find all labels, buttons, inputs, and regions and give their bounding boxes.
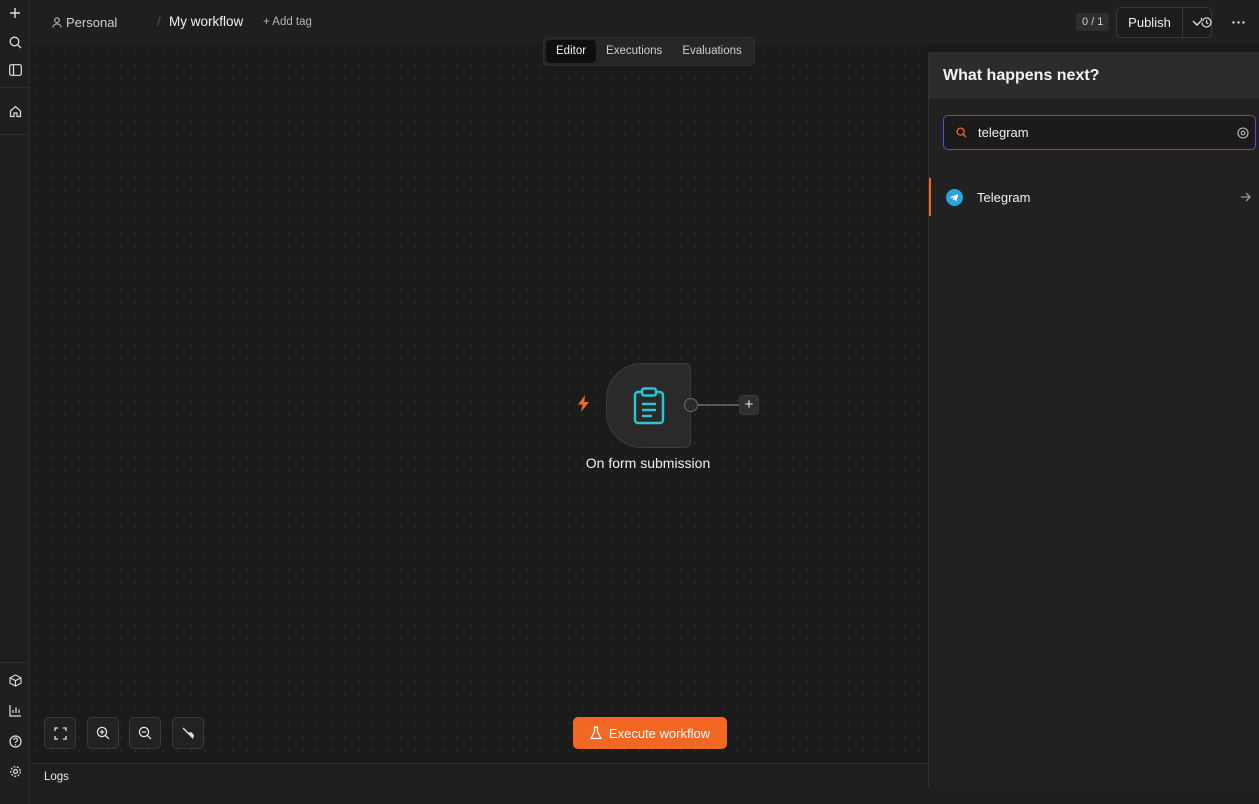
tab-executions[interactable]: Executions	[596, 40, 672, 63]
trigger-bolt-icon	[578, 395, 589, 412]
more-options-button[interactable]	[1228, 12, 1248, 32]
execute-workflow-label: Execute workflow	[608, 725, 711, 741]
node-creator-panel: What happens next? telegram Telegram	[928, 52, 1259, 787]
rail-divider	[0, 87, 30, 88]
telegram-icon	[946, 188, 963, 206]
breadcrumb-separator: /	[157, 13, 161, 29]
node-search-input[interactable]: telegram	[943, 115, 1256, 150]
rail-divider	[0, 662, 30, 663]
node-output-handle[interactable]	[684, 398, 698, 412]
help-icon[interactable]	[4, 730, 26, 752]
search-icon[interactable]	[4, 31, 26, 53]
arrow-right-icon	[1230, 192, 1259, 202]
insights-icon[interactable]	[4, 699, 26, 721]
zoom-out-icon	[138, 726, 152, 740]
node-connector-line	[698, 404, 740, 406]
panel-icon[interactable]	[4, 59, 26, 81]
history-icon	[1200, 16, 1212, 28]
execute-workflow-button[interactable]: Execute workflow	[573, 717, 727, 749]
history-button[interactable]	[1196, 12, 1216, 32]
more-horizontal-icon	[1231, 20, 1245, 24]
search-value: telegram	[978, 125, 1029, 140]
active-counter-badge: 0 / 1	[1076, 13, 1110, 31]
left-rail	[0, 0, 30, 804]
settings-icon[interactable]	[4, 760, 26, 782]
view-tabs: Editor Executions Evaluations	[543, 37, 755, 66]
result-label: Telegram	[977, 189, 1031, 205]
fullscreen-icon	[53, 726, 67, 740]
node-label: On form submission	[585, 455, 711, 471]
zoom-in-button[interactable]	[87, 717, 119, 749]
rail-divider	[0, 134, 30, 135]
search-icon	[956, 127, 967, 138]
tidy-up-button[interactable]	[172, 717, 204, 749]
workflow-canvas[interactable]: Editor Executions Evaluations + On form …	[30, 37, 928, 763]
home-icon[interactable]	[4, 100, 26, 122]
project-name: Personal	[66, 15, 118, 30]
panel-title: What happens next?	[929, 52, 1259, 99]
tab-editor[interactable]: Editor	[546, 40, 597, 63]
publish-button[interactable]: Publish	[1117, 8, 1183, 37]
fit-view-button[interactable]	[44, 717, 76, 749]
zoom-in-icon	[96, 726, 110, 740]
tab-evaluations[interactable]: Evaluations	[672, 40, 751, 63]
logs-bar[interactable]: Logs	[30, 763, 928, 787]
flask-icon	[589, 726, 602, 740]
clipboard-icon	[633, 386, 664, 424]
add-tag-button[interactable]: + Add tag	[263, 16, 312, 28]
workflow-name[interactable]: My workflow	[169, 14, 243, 29]
search-result-item[interactable]: Telegram	[929, 178, 1259, 216]
clear-search-button[interactable]	[1231, 126, 1255, 139]
bottom-strip	[30, 787, 1259, 804]
clear-icon	[1237, 126, 1249, 139]
project-breadcrumb[interactable]: Personal	[52, 15, 117, 30]
add-node-button[interactable]: +	[739, 395, 759, 415]
logs-label: Logs	[44, 771, 69, 783]
broom-icon	[182, 727, 194, 739]
form-trigger-node[interactable]	[606, 363, 691, 448]
zoom-out-button[interactable]	[129, 717, 161, 749]
templates-icon[interactable]	[4, 669, 26, 691]
user-icon	[52, 17, 62, 28]
plus-icon[interactable]	[4, 2, 26, 24]
